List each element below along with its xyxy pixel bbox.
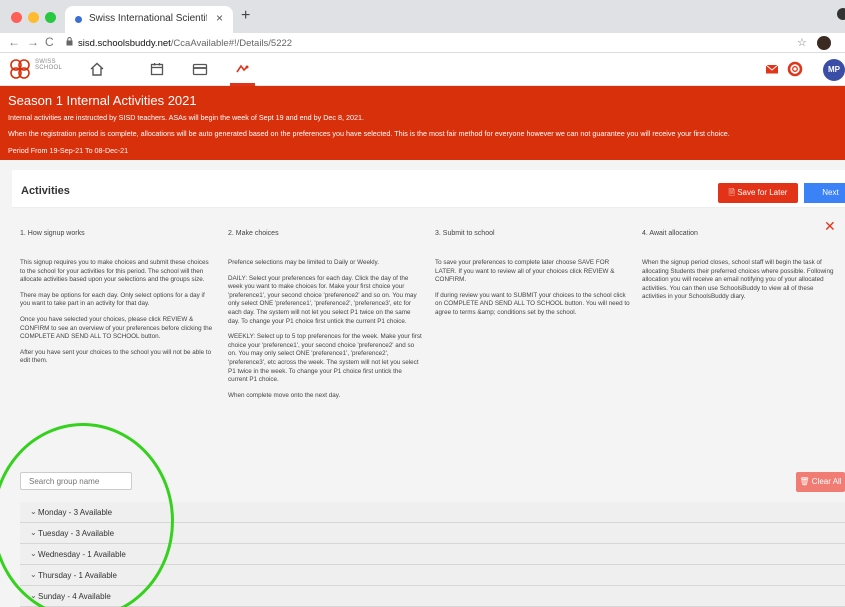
next-button[interactable]: Next (804, 183, 845, 203)
address-bar: ← → C sisd.schoolsbuddy.net/CcaAvailable… (0, 33, 845, 53)
step-paragraph: After you have sent your choices to the … (20, 348, 212, 365)
step-how-signup-works: 1. How signup works This signup requires… (20, 230, 215, 373)
step-submit-to-school: 3. Submit to school To save your prefere… (435, 230, 630, 325)
clear-all-label: Clear All (811, 477, 842, 486)
url-host: sisd.schoolsbuddy.net (78, 38, 171, 49)
url-field[interactable]: sisd.schoolsbuddy.net/CcaAvailable#!/Det… (78, 38, 292, 49)
url-path: /CcaAvailable#!/Details/5222 (170, 38, 293, 49)
app-nav-bar: SWISS SCHOOL MP (0, 53, 845, 86)
step-heading: 2. Make choices (228, 230, 279, 237)
profile-dot-icon[interactable] (837, 8, 845, 20)
window-maximize-button[interactable] (45, 12, 56, 23)
reload-icon[interactable]: C (45, 35, 54, 49)
activities-section: Activities 🗎 Save for Later Next ✕ 1. Ho… (0, 160, 845, 607)
chevron-down-icon: ⌄ (30, 507, 37, 516)
day-label: Sunday - 4 Available (38, 592, 111, 601)
step-paragraph: WEEKLY: Select up to 5 top preferences f… (228, 333, 422, 384)
clear-all-button[interactable]: 🗑 Clear All (796, 472, 845, 492)
step-paragraph: This signup requires you to make choices… (20, 259, 209, 284)
step-make-choices: 2. Make choices Prefence selections may … (228, 230, 423, 407)
chevron-down-icon: ⌄ (30, 591, 37, 600)
activity-icon[interactable] (234, 60, 252, 78)
activities-header: Activities 🗎 Save for Later Next (12, 170, 845, 208)
day-row-thursday[interactable]: ⌄ Thursday - 1 Available (20, 565, 845, 586)
window-close-button[interactable] (11, 12, 22, 23)
day-label: Tuesday - 3 Available (38, 529, 115, 538)
day-label: Wednesday - 1 Available (38, 550, 126, 559)
step-paragraph: When the signup period closes, school st… (642, 259, 834, 301)
step-paragraph: There may be options for each day. Only … (20, 291, 205, 308)
help-icon[interactable] (786, 60, 804, 78)
step-heading: 4. Await allocation (642, 230, 698, 237)
avatar[interactable]: MP (823, 59, 845, 81)
search-group-input[interactable] (20, 472, 132, 490)
day-label: Thursday - 1 Available (38, 571, 118, 580)
day-accordion: ⌄ Monday - 3 Available ⌄ Tuesday - 3 Ava… (20, 502, 845, 607)
new-tab-icon[interactable]: + (241, 7, 250, 25)
step-heading: 1. How signup works (20, 230, 85, 237)
step-paragraph: DAILY: Select your preferences for each … (228, 274, 417, 325)
save-for-later-label: Save for Later (737, 188, 788, 197)
forward-icon[interactable]: → (27, 35, 39, 49)
card-icon[interactable] (191, 60, 209, 78)
save-icon: 🗎 (728, 188, 735, 197)
extension-avatar-icon[interactable] (817, 36, 831, 50)
banner-line-1: Internal activities are instructed by SI… (8, 113, 364, 122)
mail-icon[interactable] (763, 60, 781, 78)
browser-window: Swiss International Scientific S × + ← →… (0, 0, 845, 607)
day-label: Monday - 3 Available (38, 508, 113, 517)
bookmark-star-icon[interactable]: ☆ (797, 36, 807, 49)
activities-title: Activities (21, 185, 70, 197)
save-for-later-button[interactable]: 🗎 Save for Later (718, 183, 798, 203)
calendar-icon[interactable] (148, 60, 166, 78)
window-minimize-button[interactable] (28, 12, 39, 23)
banner-line-2: When the registration period is complete… (8, 129, 730, 138)
day-row-tuesday[interactable]: ⌄ Tuesday - 3 Available (20, 523, 845, 544)
day-row-monday[interactable]: ⌄ Monday - 3 Available (20, 502, 845, 523)
step-paragraph: Prefence selections may be limited to Da… (228, 259, 379, 266)
step-paragraph: Once you have selected your choices, ple… (20, 315, 213, 341)
favicon-icon (75, 16, 82, 23)
browser-tab[interactable]: Swiss International Scientific S × (65, 6, 233, 33)
season-banner: Season 1 Internal Activities 2021 Intern… (0, 86, 845, 160)
step-paragraph: If during review you want to SUBMIT your… (435, 291, 630, 316)
step-await-allocation: 4. Await allocation When the signup peri… (642, 230, 837, 309)
trash-icon: 🗑 (799, 477, 810, 486)
tab-close-icon[interactable]: × (216, 11, 223, 25)
chevron-down-icon: ⌄ (30, 570, 37, 579)
chevron-down-icon: ⌄ (30, 549, 37, 558)
lock-icon (66, 37, 73, 46)
step-paragraph: To save your preferences to complete lat… (435, 259, 615, 284)
banner-period: Period From 19-Sep-21 To 08-Dec-21 (8, 146, 129, 155)
tab-strip: Swiss International Scientific S × + (0, 0, 845, 33)
tab-title: Swiss International Scientific S (89, 13, 207, 24)
step-paragraph: When complete move onto the next day. (228, 391, 341, 399)
back-icon[interactable]: ← (8, 35, 20, 49)
season-title: Season 1 Internal Activities 2021 (8, 93, 197, 108)
chevron-down-icon: ⌄ (30, 528, 37, 537)
day-row-sunday[interactable]: ⌄ Sunday - 4 Available (20, 586, 845, 607)
day-row-wednesday[interactable]: ⌄ Wednesday - 1 Available (20, 544, 845, 565)
home-icon[interactable] (88, 60, 106, 78)
step-heading: 3. Submit to school (435, 230, 495, 237)
logo-text: SWISS SCHOOL (35, 59, 63, 71)
